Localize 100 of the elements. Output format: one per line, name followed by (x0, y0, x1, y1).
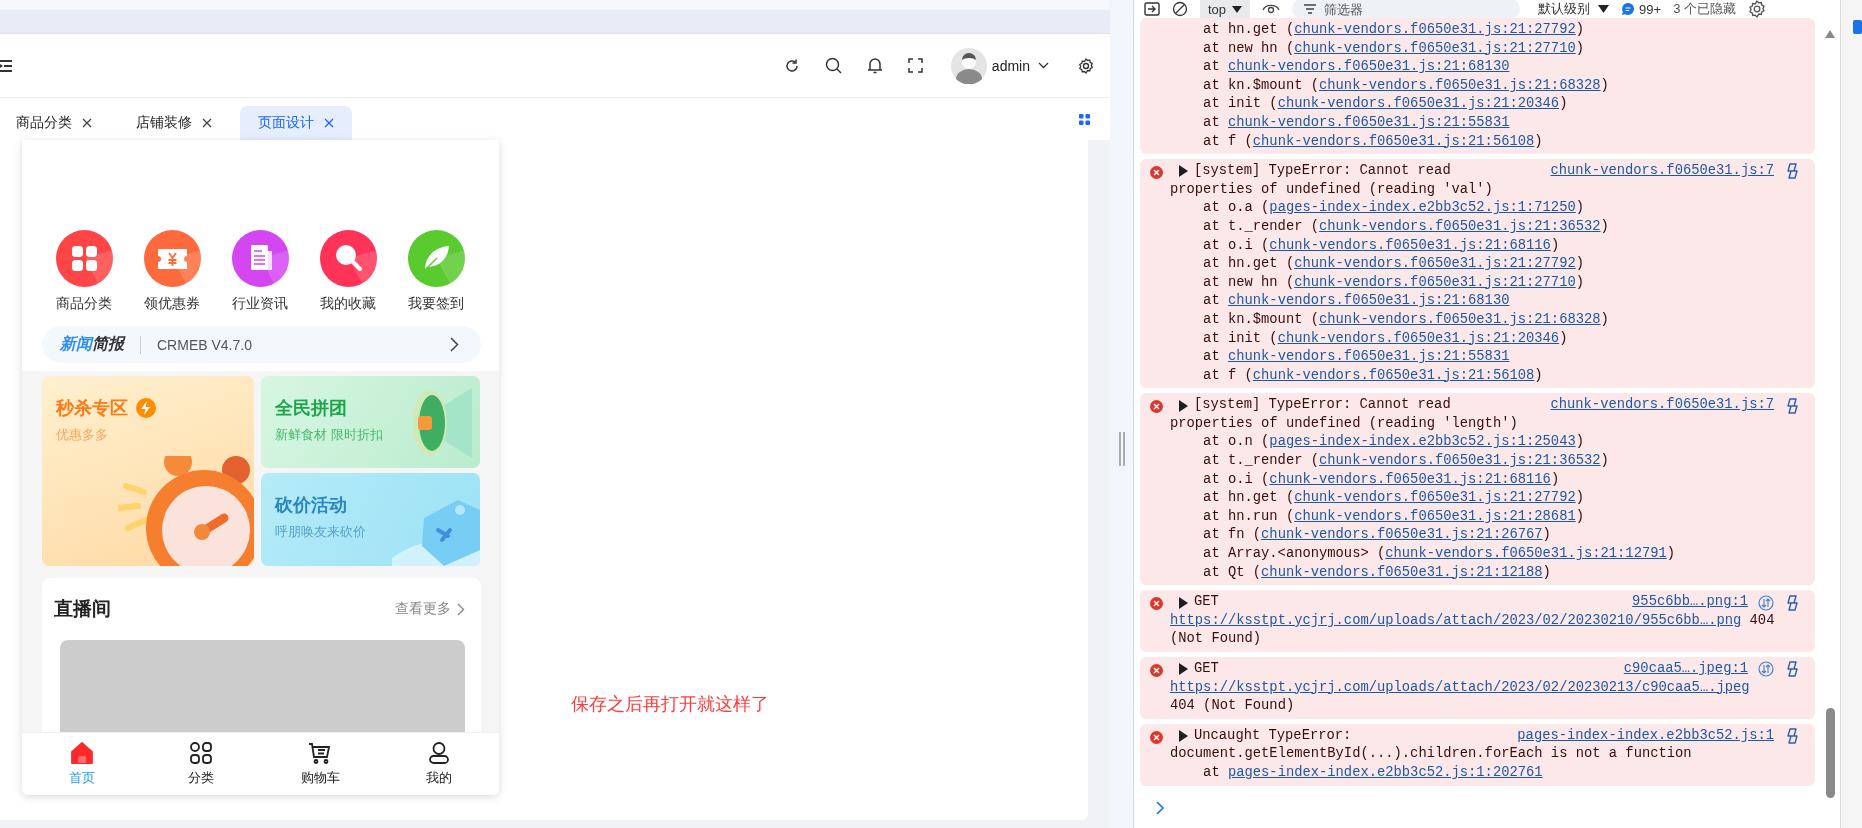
expand-triangle-icon[interactable] (1179, 730, 1188, 743)
chevron-right-icon (457, 602, 465, 616)
page-tab[interactable]: 页面设计 (240, 106, 352, 140)
refresh-icon[interactable] (783, 57, 800, 74)
source-link[interactable]: 955c6bb….png:1 (1632, 593, 1748, 612)
close-icon[interactable] (324, 118, 334, 128)
close-icon[interactable] (202, 118, 212, 128)
stack-link[interactable]: chunk-vendors.f0650e31.js:21:27792 (1294, 22, 1576, 37)
section-title: 直播间 (54, 597, 111, 621)
stack-link[interactable]: chunk-vendors.f0650e31.js:21:27792 (1294, 490, 1576, 506)
user-name[interactable]: admin (991, 57, 1030, 74)
stack-text: ) (1600, 311, 1609, 327)
message-icon[interactable] (1621, 2, 1636, 16)
stack-text: at f ( (1203, 367, 1253, 383)
stack-link[interactable]: chunk-vendors.f0650e31.js:21:55831 (1227, 349, 1510, 365)
network-icon[interactable] (1758, 594, 1774, 611)
stack-link[interactable]: pages-index-index.e2bb3c52.js:1:25043 (1269, 434, 1576, 450)
page-tab[interactable]: 商品分类 (0, 106, 108, 140)
bell-icon[interactable] (866, 57, 883, 74)
promo-subtitle: 优惠多多 (56, 426, 109, 444)
source-link[interactable]: pages-index-index.e2bb3c52.js:1 (1517, 726, 1774, 746)
stack-link[interactable]: pages-index-index.e2bb3c52.js:1:202761 (1227, 764, 1543, 780)
level-dropdown[interactable]: 默认级别 (1538, 0, 1610, 18)
promo-subtitle: 新鲜食材 限时折扣 (275, 426, 384, 444)
stack-link[interactable]: chunk-vendors.f0650e31.js:21:56108 (1252, 367, 1535, 383)
eye-icon[interactable] (1262, 3, 1281, 15)
shortcut-button[interactable]: 我的收藏 (304, 230, 392, 313)
stack-link[interactable]: chunk-vendors.f0650e31.js:21:20346 (1277, 330, 1560, 346)
settings-icon[interactable] (1748, 0, 1766, 18)
search-icon[interactable] (824, 57, 842, 74)
source-link[interactable]: c90caa5….jpeg:1 (1623, 660, 1748, 679)
scrollbar-thumb[interactable] (1825, 708, 1835, 798)
annotation-text: 保存之后再打开就这样了 (571, 693, 769, 716)
stack-text: ) (1550, 237, 1560, 253)
close-icon[interactable] (82, 118, 92, 128)
stack-link[interactable]: chunk-vendors.f0650e31.js:21:12188 (1261, 564, 1543, 580)
shortcut-button[interactable]: 我要签到 (392, 230, 480, 313)
error-icon (1150, 400, 1163, 414)
stack-link[interactable]: chunk-vendors.f0650e31.js:21:68328 (1319, 77, 1601, 93)
news-bar[interactable]: 新闻简报 CRMEB V4.7.0 (42, 326, 481, 363)
tab-bar-item[interactable]: 首页 (22, 733, 142, 795)
stack-text: ) (1559, 330, 1568, 346)
tab-bar-item[interactable]: 我的 (379, 733, 499, 795)
avatar[interactable] (950, 47, 987, 84)
scroll-up-icon[interactable] (1825, 30, 1835, 38)
page-tab[interactable]: 店铺装修 (120, 106, 228, 140)
stack-link[interactable]: chunk-vendors.f0650e31.js:21:68116 (1269, 237, 1551, 253)
shortcut-button[interactable]: 商品分类 (40, 230, 128, 313)
stack-link[interactable]: chunk-vendors.f0650e31.js:21:27792 (1294, 256, 1576, 272)
stack-link[interactable]: chunk-vendors.f0650e31.js:21:20346 (1277, 96, 1560, 112)
filter-icon (1304, 4, 1317, 14)
stack-link[interactable]: chunk-vendors.f0650e31.js:21:68116 (1269, 471, 1551, 487)
tab-bar-item[interactable]: 购物车 (260, 733, 380, 795)
stack-link[interactable]: chunk-vendors.f0650e31.js:21:68328 (1319, 311, 1601, 327)
filter-field[interactable]: 筛选器 (1292, 0, 1521, 18)
promo-subtitle: 呼朋唤友来砍价 (275, 523, 367, 541)
stack-text: ) (1550, 471, 1560, 487)
stack-link[interactable]: chunk-vendors.f0650e31.js:21:68130 (1227, 293, 1510, 309)
expand-triangle-icon[interactable] (1179, 399, 1188, 412)
stack-link[interactable]: chunk-vendors.f0650e31.js:21:36532 (1319, 218, 1601, 234)
issues-count[interactable]: 99+ (1639, 1, 1662, 17)
panel-icon[interactable] (1853, 20, 1862, 34)
news-text: CRMEB V4.7.0 (157, 336, 252, 353)
stack-link[interactable]: chunk-vendors.f0650e31.js:21:68130 (1227, 59, 1510, 75)
stack-text: at hn.get ( (1203, 256, 1295, 272)
stack-text: at init ( (1203, 330, 1278, 346)
expand-triangle-icon[interactable] (1179, 596, 1188, 609)
caret-icon[interactable] (1038, 62, 1049, 69)
context-select[interactable]: top (1200, 0, 1251, 18)
drag-handle-icon[interactable] (1118, 432, 1125, 466)
url-link[interactable]: https://ksstpt.ycjrj.com/uploads/attach/2023/02/20230213/c90caa5….jpeg (1170, 679, 1750, 695)
stack-text: ) (1534, 133, 1543, 149)
stack-link[interactable]: chunk-vendors.f0650e31.js:21:27710 (1294, 274, 1576, 290)
stack-link[interactable]: chunk-vendors.f0650e31.js:21:28681 (1294, 508, 1576, 524)
shortcut-button[interactable]: 行业资讯 (216, 230, 304, 313)
expand-triangle-icon[interactable] (1179, 165, 1188, 178)
expand-triangle-icon[interactable] (1179, 663, 1188, 676)
promo-title: 秒杀专区 (56, 397, 128, 420)
stack-link[interactable]: chunk-vendors.f0650e31.js:21:36532 (1319, 453, 1601, 469)
tab-bar-item[interactable]: 分类 (141, 733, 261, 795)
stack-link[interactable]: chunk-vendors.f0650e31.js:21:56108 (1252, 133, 1535, 149)
more-link[interactable]: 查看更多 (395, 600, 465, 618)
settings-icon[interactable] (1078, 57, 1094, 74)
stack-link[interactable]: chunk-vendors.f0650e31.js:21:12791 (1385, 546, 1667, 562)
shortcut-button[interactable]: 领优惠券 (128, 230, 216, 313)
fullscreen-icon[interactable] (907, 58, 923, 73)
stack-link[interactable]: chunk-vendors.f0650e31.js:21:27710 (1294, 40, 1576, 56)
dock-icon[interactable] (1144, 2, 1160, 16)
clear-icon[interactable] (1172, 1, 1188, 17)
stack-link[interactable]: chunk-vendors.f0650e31.js:21:55831 (1227, 114, 1510, 130)
stack-link[interactable]: pages-index-index.e2bb3c52.js:1:71250 (1269, 200, 1576, 216)
stack-link[interactable]: chunk-vendors.f0650e31.js:21:26767 (1261, 527, 1543, 543)
grid-icon[interactable] (1079, 113, 1090, 125)
menu-icon[interactable] (0, 58, 12, 73)
url-link[interactable]: https://ksstpt.ycjrj.com/uploads/attach/2023/02/20230210/955c6bb….png (1170, 612, 1742, 628)
prompt-chevron-icon[interactable] (1156, 800, 1165, 815)
network-icon[interactable] (1758, 661, 1774, 678)
stack-text: at hn.get ( (1203, 490, 1295, 506)
source-link[interactable]: chunk-vendors.f0650e31.js:7 (1550, 162, 1774, 181)
source-link[interactable]: chunk-vendors.f0650e31.js:7 (1550, 396, 1774, 415)
